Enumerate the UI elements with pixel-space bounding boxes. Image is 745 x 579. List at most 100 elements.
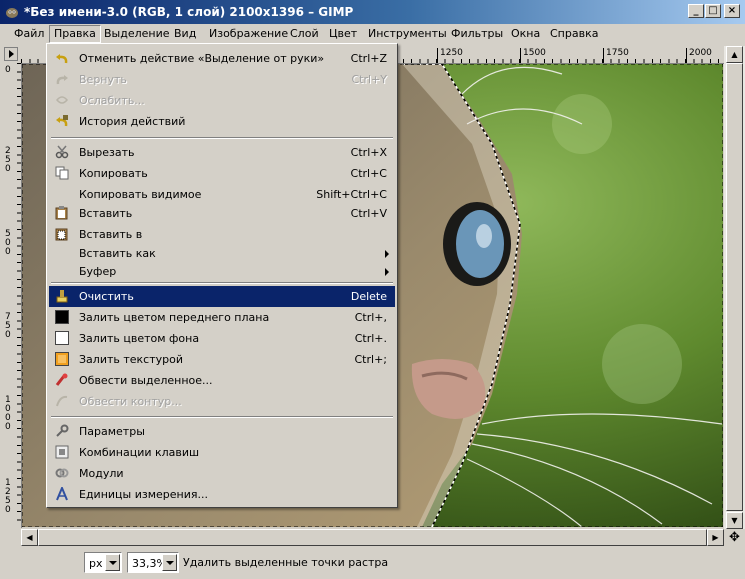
- ruler-label: 250: [5, 146, 11, 174]
- scroll-down-button[interactable]: ▼: [726, 512, 743, 529]
- menu-item-modules[interactable]: Модули: [49, 463, 395, 484]
- menu-item-label: Отменить действие «Выделение от руки»: [79, 52, 325, 65]
- menu-item-label: Копировать: [79, 167, 148, 180]
- menu-separator: [51, 416, 393, 418]
- cut-icon: [55, 145, 69, 159]
- menu-file[interactable]: Файл: [14, 27, 44, 40]
- menu-help[interactable]: Справка: [550, 27, 598, 40]
- fill-fg-icon: [55, 310, 69, 324]
- fade-icon: [56, 96, 68, 104]
- minimize-button[interactable]: _: [688, 4, 704, 18]
- menu-item-shortcut: Ctrl+V: [350, 207, 387, 220]
- modules-icon: [55, 468, 69, 478]
- menu-item-shortcut: Ctrl+.: [354, 332, 387, 345]
- ruler-label: 1500: [523, 48, 546, 58]
- chevron-down-icon[interactable]: [162, 554, 177, 571]
- menu-item-copy-visible[interactable]: Копировать видимое Shift+Ctrl+C: [49, 184, 395, 205]
- ruler-label: 750: [5, 312, 11, 340]
- menu-view[interactable]: Вид: [174, 27, 196, 40]
- menu-item-fade[interactable]: Ослабить...: [49, 90, 395, 111]
- menu-item-cut[interactable]: Вырезать Ctrl+X: [49, 142, 395, 163]
- menu-bar: Файл Правка Выделение Вид Изображение Сл…: [0, 24, 745, 45]
- preferences-icon: [56, 424, 69, 437]
- navigate-icon[interactable]: ✥: [724, 529, 745, 546]
- menu-image[interactable]: Изображение: [209, 27, 288, 40]
- clear-icon: [56, 290, 68, 303]
- undo-icon: [56, 54, 68, 64]
- paste-into-icon: [55, 228, 68, 241]
- menu-item-label: Параметры: [79, 425, 145, 438]
- undo-history-icon: [56, 115, 68, 127]
- menu-windows[interactable]: Окна: [511, 27, 540, 40]
- submenu-arrow-icon: [385, 268, 389, 276]
- menu-item-keyboard-shortcuts[interactable]: Комбинации клавиш: [49, 442, 395, 463]
- menu-item-undo-history[interactable]: История действий: [49, 111, 395, 132]
- menu-separator: [51, 282, 393, 284]
- menu-item-clear[interactable]: Очистить Delete: [49, 286, 395, 307]
- menu-item-fill-pattern[interactable]: Залить текстурой Ctrl+;: [49, 349, 395, 370]
- menu-item-undo[interactable]: Отменить действие «Выделение от руки» Ct…: [49, 48, 395, 69]
- redo-icon: [56, 75, 68, 85]
- copy-icon: [55, 166, 69, 180]
- stroke-path-icon: [56, 395, 68, 407]
- menu-item-shortcut: Ctrl+;: [354, 353, 388, 366]
- vertical-scroll-thumb[interactable]: [726, 63, 743, 511]
- menu-item-shortcut: Ctrl+Z: [350, 52, 387, 65]
- ruler-label: 1250: [5, 478, 11, 515]
- menu-tools[interactable]: Инструменты: [368, 27, 447, 40]
- unit-value: px: [89, 557, 103, 570]
- menu-item-label: Залить цветом фона: [79, 332, 200, 345]
- close-button[interactable]: ×: [724, 4, 740, 18]
- menu-item-label: Вставить в: [79, 228, 143, 241]
- menu-item-paste-into[interactable]: Вставить в: [49, 224, 395, 245]
- menu-item-shortcut: Ctrl+C: [350, 167, 387, 180]
- submenu-arrow-icon: [385, 250, 389, 258]
- menu-separator: [51, 137, 393, 139]
- ruler-label: 1750: [606, 48, 629, 58]
- menu-item-redo[interactable]: Вернуть Ctrl+Y: [49, 69, 395, 90]
- ruler-label: 500: [5, 229, 11, 257]
- menu-filters[interactable]: Фильтры: [451, 27, 503, 40]
- menu-item-shortcut: Ctrl+Y: [351, 73, 387, 86]
- menu-item-paste[interactable]: Вставить Ctrl+V: [49, 203, 395, 224]
- menu-item-fill-bg[interactable]: Залить цветом фона Ctrl+.: [49, 328, 395, 349]
- horizontal-scrollbar[interactable]: ◀ ▶: [21, 529, 724, 546]
- vertical-ruler[interactable]: 0 250 500 750 1000 1250: [0, 63, 22, 528]
- unit-selector[interactable]: px: [84, 552, 122, 573]
- paste-icon: [55, 206, 68, 220]
- maximize-button[interactable]: □: [705, 4, 721, 18]
- menu-edit[interactable]: Правка: [49, 25, 101, 43]
- fill-bg-icon: [55, 331, 69, 345]
- quick-mask-toggle[interactable]: [4, 47, 18, 61]
- menu-item-label: Ослабить...: [79, 94, 145, 107]
- scroll-up-button[interactable]: ▲: [726, 46, 743, 63]
- horizontal-scroll-thumb[interactable]: [38, 529, 707, 546]
- menu-item-shortcut: Delete: [350, 290, 387, 303]
- menu-item-fill-fg[interactable]: Залить цветом переднего плана Ctrl+,: [49, 307, 395, 328]
- scroll-right-button[interactable]: ▶: [707, 529, 724, 546]
- menu-item-copy[interactable]: Копировать Ctrl+C: [49, 163, 395, 184]
- menu-select[interactable]: Выделение: [104, 27, 170, 40]
- menu-item-label: Копировать видимое: [79, 188, 202, 201]
- zoom-selector[interactable]: 33,3%: [127, 552, 179, 573]
- menu-item-buffer[interactable]: Буфер: [49, 261, 395, 282]
- menu-item-label: Буфер: [79, 265, 117, 278]
- status-bar: px 33,3% Удалить выделенные точки растра: [0, 546, 745, 579]
- menu-item-shortcut: Ctrl+,: [354, 311, 387, 324]
- menu-colors[interactable]: Цвет: [329, 27, 357, 40]
- menu-layer[interactable]: Слой: [290, 27, 319, 40]
- menu-item-stroke-path[interactable]: Обвести контур...: [49, 391, 395, 412]
- units-icon: [56, 487, 68, 501]
- menu-item-label: Вставить: [79, 207, 133, 220]
- menu-item-preferences[interactable]: Параметры: [49, 421, 395, 442]
- menu-item-label: Вырезать: [79, 146, 135, 159]
- status-message: Удалить выделенные точки растра: [183, 556, 389, 569]
- vertical-scrollbar[interactable]: ▲ ▼: [724, 46, 745, 529]
- ruler-label: 2000: [689, 48, 712, 58]
- scroll-left-button[interactable]: ◀: [21, 529, 38, 546]
- menu-item-label: Вернуть: [79, 73, 127, 86]
- menu-item-units[interactable]: Единицы измерения...: [49, 484, 395, 505]
- menu-item-label: История действий: [79, 115, 186, 128]
- chevron-down-icon[interactable]: [105, 554, 120, 571]
- menu-item-stroke-selection[interactable]: Обвести выделенное...: [49, 370, 395, 391]
